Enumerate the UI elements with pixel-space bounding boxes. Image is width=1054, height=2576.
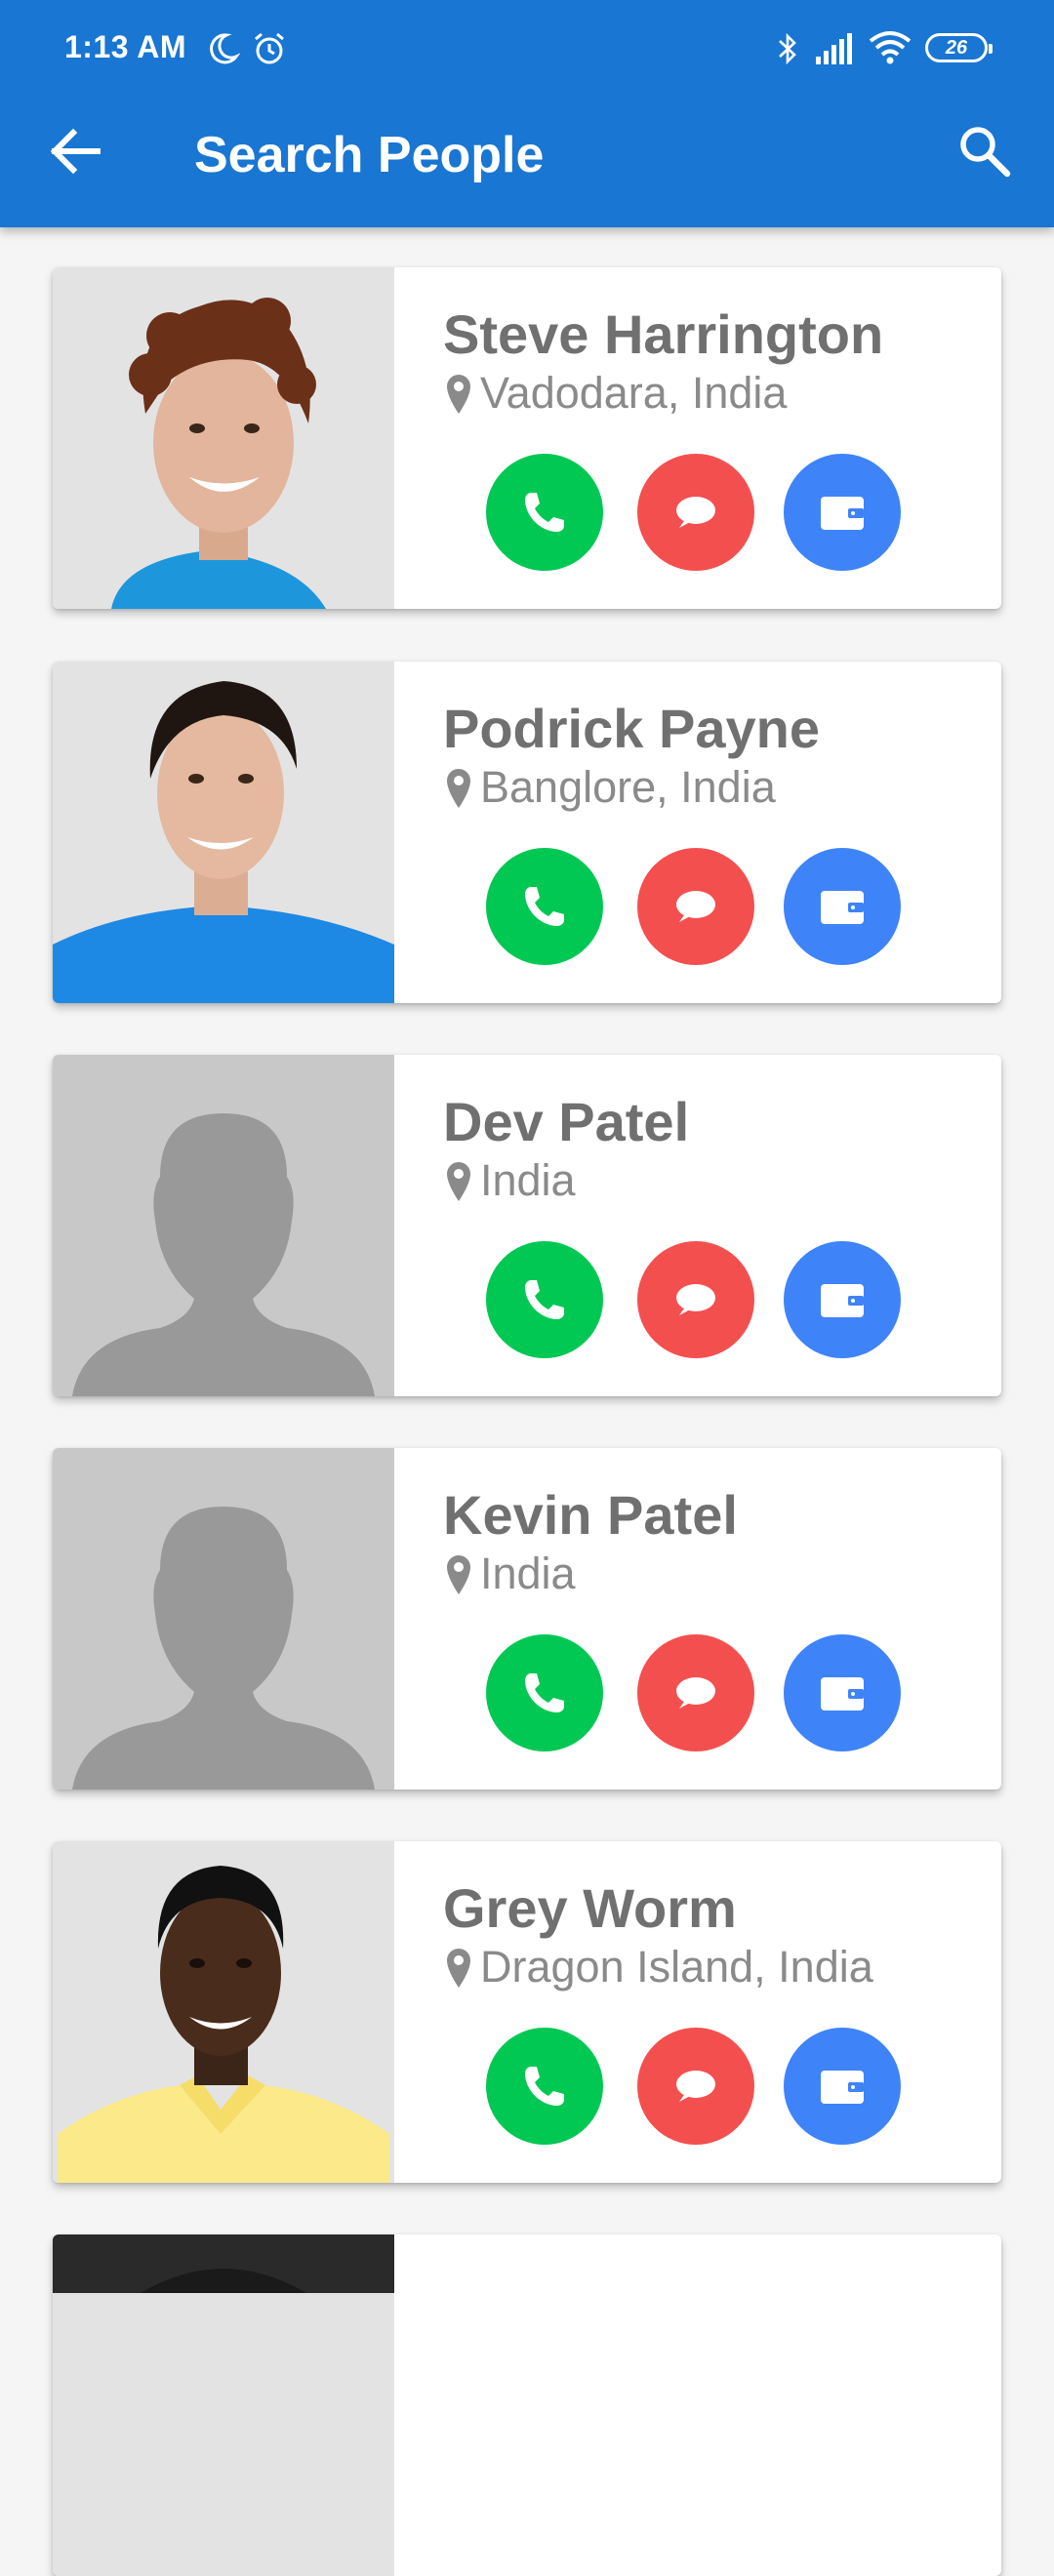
person-location: India <box>443 1155 576 1205</box>
location-text: Vadodara, India <box>480 368 788 418</box>
person-card[interactable]: Grey Worm Dragon Island, India <box>53 1841 1001 2183</box>
message-button[interactable] <box>637 2028 754 2145</box>
wallet-button[interactable] <box>784 454 901 571</box>
location-pin-icon <box>447 1162 470 1201</box>
person-photo <box>53 267 394 609</box>
call-icon <box>525 2067 564 2106</box>
moon-icon <box>210 33 240 64</box>
call-button[interactable] <box>486 1634 603 1751</box>
message-icon <box>676 1284 715 1315</box>
wallet-icon <box>821 1284 864 1317</box>
person-location: Dragon Island, India <box>443 1942 873 1992</box>
message-icon <box>676 497 715 528</box>
message-button[interactable] <box>637 1634 754 1751</box>
bluetooth-icon <box>779 32 796 65</box>
wallet-icon <box>821 1677 864 1711</box>
alarm-icon <box>255 32 284 64</box>
call-icon <box>525 493 564 532</box>
location-pin-icon <box>447 769 470 808</box>
person-name: Kevin Patel <box>443 1484 738 1546</box>
location-pin-icon <box>447 1555 470 1594</box>
location-text: Dragon Island, India <box>480 1942 873 1992</box>
person-photo <box>53 662 394 1003</box>
person-location: India <box>443 1549 576 1598</box>
message-button[interactable] <box>637 848 754 965</box>
location-text: Banglore, India <box>480 762 776 812</box>
call-icon <box>525 1673 564 1712</box>
person-name: Steve Harrington <box>443 303 884 365</box>
person-card[interactable]: Kevin Patel India <box>53 1448 1001 1790</box>
signal-icon <box>816 33 852 64</box>
location-text: India <box>480 1549 576 1598</box>
call-icon <box>525 1280 564 1319</box>
page-title: Search People <box>194 127 545 183</box>
message-button[interactable] <box>637 454 754 571</box>
person-card[interactable] <box>53 2234 1001 2576</box>
person-card[interactable]: Podrick Payne Banglore, India <box>53 662 1001 1003</box>
status-bar: 1:13 AM 26 <box>0 0 1054 98</box>
person-location: Banglore, India <box>443 762 776 812</box>
search-button[interactable] <box>954 121 1015 181</box>
app-bar: 1:13 AM 26 Search People <box>0 0 1054 227</box>
wallet-icon <box>821 497 864 530</box>
person-name: Dev Patel <box>443 1091 690 1152</box>
location-pin-icon <box>447 375 470 414</box>
status-time: 1:13 AM <box>64 29 187 64</box>
call-icon <box>525 887 564 926</box>
message-icon <box>676 2071 715 2102</box>
person-photo <box>53 2234 394 2576</box>
call-button[interactable] <box>486 2028 603 2145</box>
person-name: Podrick Payne <box>443 698 820 759</box>
person-card[interactable]: Steve Harrington Vadodara, India <box>53 267 1001 609</box>
wallet-button[interactable] <box>784 1634 901 1751</box>
message-button[interactable] <box>637 1241 754 1358</box>
message-icon <box>676 1677 715 1709</box>
battery-icon: 26 <box>925 33 993 62</box>
person-name: Grey Worm <box>443 1877 737 1939</box>
people-list[interactable]: Steve Harrington Vadodara, India Podrick… <box>0 227 1054 2576</box>
wallet-button[interactable] <box>784 848 901 965</box>
message-icon <box>676 891 715 922</box>
location-text: India <box>480 1155 576 1205</box>
call-button[interactable] <box>486 454 603 571</box>
location-pin-icon <box>447 1949 470 1988</box>
wallet-button[interactable] <box>784 1241 901 1358</box>
call-button[interactable] <box>486 1241 603 1358</box>
person-photo <box>53 1841 394 2183</box>
wallet-icon <box>821 891 864 924</box>
person-location: Vadodara, India <box>443 368 788 418</box>
default-avatar <box>53 1055 394 1396</box>
wifi-icon <box>869 31 912 64</box>
person-card[interactable]: Dev Patel India <box>53 1055 1001 1396</box>
default-avatar <box>53 1448 394 1790</box>
wallet-button[interactable] <box>784 2028 901 2145</box>
battery-level: 26 <box>945 36 968 59</box>
wallet-icon <box>821 2071 864 2104</box>
call-button[interactable] <box>486 848 603 965</box>
back-button[interactable] <box>43 119 107 183</box>
